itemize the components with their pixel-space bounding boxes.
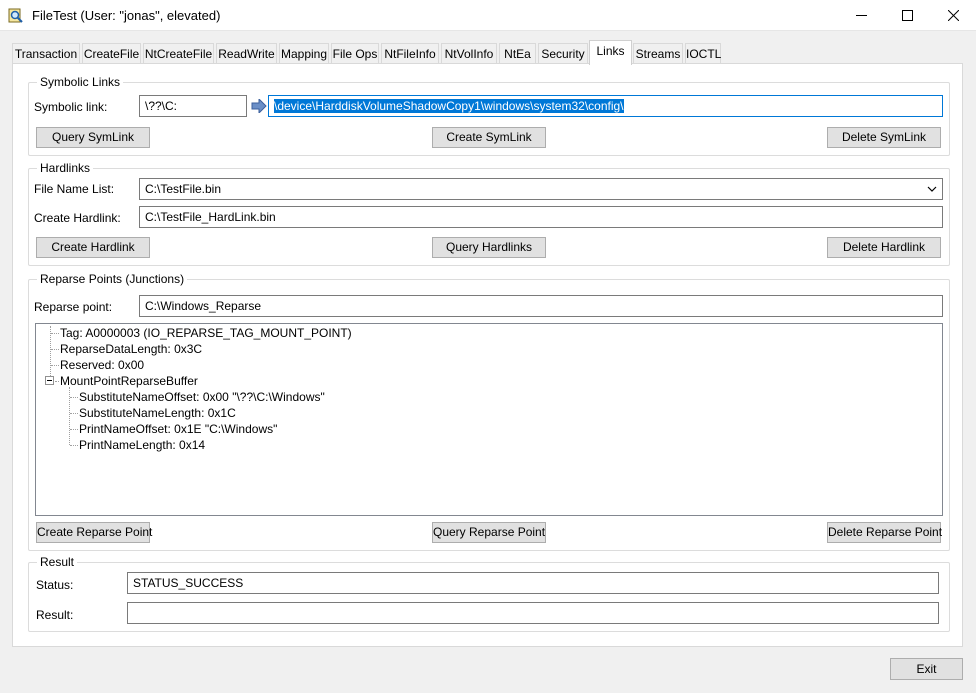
hardlinks-group: Hardlinks File Name List: C:\TestFile.bi… <box>28 161 950 266</box>
symbolic-links-group-title: Symbolic Links <box>37 75 124 89</box>
tree-connector <box>70 445 78 446</box>
file-name-list-label: File Name List: <box>34 182 115 196</box>
tree-connector <box>69 387 70 445</box>
minimize-icon <box>855 15 867 16</box>
tree-connector <box>55 381 59 382</box>
tree-connector <box>70 413 78 414</box>
tab-ntvolinfo[interactable]: NtVolInfo <box>441 43 497 64</box>
window-title: FileTest (User: "jonas", elevated) <box>32 8 221 23</box>
tree-item-reparse-data-length[interactable]: ReparseDataLength: 0x3C <box>60 342 202 356</box>
tree-item-mount-point-buffer[interactable]: MountPointReparseBuffer <box>60 374 198 388</box>
tree-item-print-name-offset[interactable]: PrintNameOffset: 0x1E "C:\Windows" <box>79 422 277 436</box>
maximize-icon <box>901 10 913 21</box>
create-symlink-button[interactable]: Create SymLink <box>432 127 546 148</box>
create-hardlink-button[interactable]: Create Hardlink <box>36 237 150 258</box>
exit-button[interactable]: Exit <box>890 658 963 680</box>
tree-connector <box>70 397 78 398</box>
result-label: Result: <box>36 608 74 622</box>
tab-mapping[interactable]: Mapping <box>279 43 329 64</box>
delete-hardlink-button[interactable]: Delete Hardlink <box>827 237 941 258</box>
tab-ntea[interactable]: NtEa <box>499 43 536 64</box>
tab-security[interactable]: Security <box>538 43 588 64</box>
tree-item-print-name-length[interactable]: PrintNameLength: 0x14 <box>79 438 205 452</box>
create-hardlink-label: Create Hardlink: <box>34 211 121 225</box>
file-name-list-value: C:\TestFile.bin <box>145 182 222 196</box>
tree-connector <box>50 326 51 382</box>
tab-ntcreatefile[interactable]: NtCreateFile <box>143 43 214 64</box>
tab-ioctl[interactable]: IOCTL <box>685 43 721 64</box>
reparse-point-label: Reparse point: <box>34 300 113 314</box>
collapse-icon[interactable] <box>45 376 54 385</box>
tree-item-reserved[interactable]: Reserved: 0x00 <box>60 358 144 372</box>
links-tab-panel: Symbolic Links Symbolic link: \??\C: \de… <box>12 63 963 647</box>
query-hardlinks-button[interactable]: Query Hardlinks <box>432 237 546 258</box>
tab-readwrite[interactable]: ReadWrite <box>216 43 277 64</box>
chevron-down-icon[interactable] <box>926 182 938 196</box>
status-field: STATUS_SUCCESS <box>127 572 939 594</box>
tree-connector <box>51 333 59 334</box>
tab-streams[interactable]: Streams <box>633 43 683 64</box>
query-symlink-button[interactable]: Query SymLink <box>36 127 150 148</box>
result-group: Result Status: STATUS_SUCCESS Result: <box>28 555 950 632</box>
tree-item-substitute-name-length[interactable]: SubstituteNameLength: 0x1C <box>79 406 236 420</box>
tree-connector <box>51 365 59 366</box>
symbolic-links-group: Symbolic Links Symbolic link: \??\C: \de… <box>28 75 950 156</box>
symlink-target-input[interactable]: \device\HarddiskVolumeShadowCopy1\window… <box>268 95 943 117</box>
symbolic-link-input[interactable]: \??\C: <box>139 95 247 117</box>
app-magnifier-icon <box>8 8 24 24</box>
tab-links[interactable]: Links <box>589 40 632 65</box>
create-hardlink-input[interactable]: C:\TestFile_HardLink.bin <box>139 206 943 228</box>
close-icon <box>947 9 959 22</box>
reparse-data-tree[interactable]: Tag: A0000003 (IO_REPARSE_TAG_MOUNT_POIN… <box>35 323 943 516</box>
query-reparse-point-button[interactable]: Query Reparse Point <box>432 522 546 543</box>
tree-connector <box>70 429 78 430</box>
tab-ntfileinfo[interactable]: NtFileInfo <box>381 43 439 64</box>
title-bar: FileTest (User: "jonas", elevated) <box>0 0 976 31</box>
reparse-points-group-title: Reparse Points (Junctions) <box>37 272 188 286</box>
file-name-list-combobox[interactable]: C:\TestFile.bin <box>139 178 943 200</box>
arrow-right-icon <box>251 97 267 115</box>
tree-item-substitute-name-offset[interactable]: SubstituteNameOffset: 0x00 "\??\C:\Windo… <box>79 390 325 404</box>
result-field <box>127 602 939 624</box>
delete-reparse-point-button[interactable]: Delete Reparse Point <box>827 522 942 543</box>
tab-createfile[interactable]: CreateFile <box>82 43 141 64</box>
status-label: Status: <box>36 578 74 592</box>
delete-symlink-button[interactable]: Delete SymLink <box>827 127 941 148</box>
tab-transaction[interactable]: Transaction <box>12 43 80 64</box>
maximize-button[interactable] <box>884 0 930 31</box>
minimize-button[interactable] <box>838 0 884 31</box>
symbolic-link-label: Symbolic link: <box>34 100 108 114</box>
close-button[interactable] <box>930 0 976 31</box>
result-group-title: Result <box>37 555 78 569</box>
create-reparse-point-button[interactable]: Create Reparse Point <box>36 522 152 543</box>
hardlinks-group-title: Hardlinks <box>37 161 94 175</box>
reparse-points-group: Reparse Points (Junctions) Reparse point… <box>28 272 950 551</box>
tab-file-ops[interactable]: File Ops <box>331 43 379 64</box>
symlink-target-selection: \device\HarddiskVolumeShadowCopy1\window… <box>274 99 624 113</box>
tree-connector <box>51 349 59 350</box>
reparse-point-input[interactable]: C:\Windows_Reparse <box>139 295 943 317</box>
tree-item-tag[interactable]: Tag: A0000003 (IO_REPARSE_TAG_MOUNT_POIN… <box>60 326 352 340</box>
